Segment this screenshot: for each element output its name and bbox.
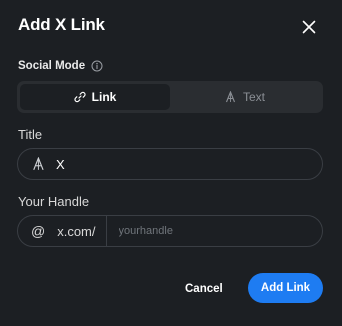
tab-link-label: Link <box>91 90 117 104</box>
dialog-title: Add X Link <box>18 15 105 34</box>
add-link-button[interactable]: Add Link <box>248 273 323 303</box>
close-icon <box>302 20 316 34</box>
social-mode-label: Social Mode <box>18 60 103 72</box>
handle-field-label: Your Handle <box>18 194 90 209</box>
title-field[interactable]: X <box>17 148 323 180</box>
add-link-dialog: Add X Link Social Mode Link Text Title X… <box>0 0 342 326</box>
title-field-label: Title <box>18 127 43 142</box>
at-sign-icon: @ <box>31 223 46 239</box>
handle-prefix: @ x.com/ <box>18 216 107 246</box>
tab-text-label: Text <box>242 90 265 104</box>
text-icon <box>225 91 237 103</box>
title-field-value: X <box>56 156 65 172</box>
handle-field: @ x.com/ <box>17 215 323 247</box>
social-mode-toggle: Link Text <box>17 81 323 113</box>
cancel-button[interactable]: Cancel <box>185 278 223 300</box>
tab-text[interactable]: Text <box>170 84 320 110</box>
info-icon[interactable] <box>91 60 103 72</box>
social-mode-label-text: Social Mode <box>18 60 86 72</box>
tab-link[interactable]: Link <box>20 84 170 110</box>
domain-prefix: x.com/ <box>57 223 96 239</box>
handle-input[interactable] <box>116 224 322 238</box>
text-icon <box>32 157 46 171</box>
close-button[interactable] <box>298 16 320 38</box>
link-icon <box>74 91 86 103</box>
